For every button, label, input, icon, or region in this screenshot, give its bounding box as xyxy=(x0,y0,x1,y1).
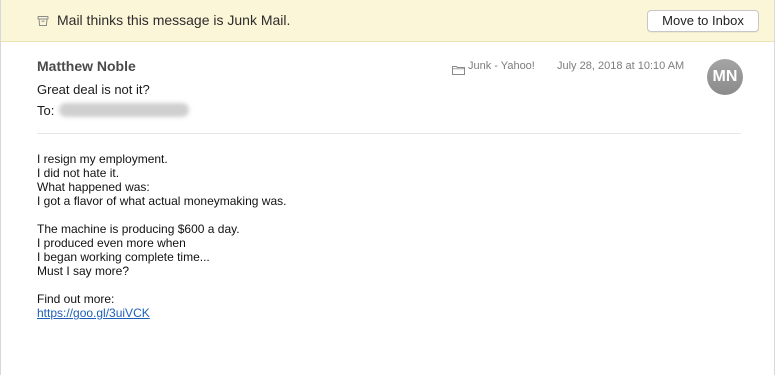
body-line: What happened was: xyxy=(37,180,150,194)
header-divider xyxy=(37,133,741,134)
message-link[interactable]: https://goo.gl/3uiVCK xyxy=(37,306,150,320)
move-to-inbox-button[interactable]: Move to Inbox xyxy=(647,10,759,32)
find-out-more-text: Find out more: xyxy=(37,292,115,306)
subject-line: Great deal is not it? xyxy=(37,82,150,97)
folder-icon xyxy=(452,62,465,75)
body-line: Must I say more? xyxy=(37,264,130,278)
message-date: July 28, 2018 at 10:10 AM xyxy=(557,60,685,72)
body-line: I resign my employment. xyxy=(37,152,168,166)
body-line: I produced even more when xyxy=(37,236,186,250)
sender-name: Matthew Noble xyxy=(37,58,136,74)
mailbox-folder-link[interactable]: Junk - Yahoo! xyxy=(468,60,535,72)
message-body: I resign my employment. I did not hate i… xyxy=(37,152,286,320)
redacted-recipient xyxy=(59,103,189,117)
mail-message-window: Mail thinks this message is Junk Mail. M… xyxy=(0,0,775,375)
junk-bin-icon xyxy=(37,14,49,26)
body-line: I got a flavor of what actual moneymakin… xyxy=(37,194,287,208)
to-label: To: xyxy=(37,103,55,118)
body-line: I did not hate it. xyxy=(37,166,120,180)
body-line: I began working complete time... xyxy=(37,250,210,264)
avatar: MN xyxy=(707,59,743,95)
junk-mail-notice: Mail thinks this message is Junk Mail. xyxy=(57,12,291,28)
junk-mail-banner: Mail thinks this message is Junk Mail. M… xyxy=(1,0,774,42)
body-line: The machine is producing $600 a day. xyxy=(37,222,240,236)
